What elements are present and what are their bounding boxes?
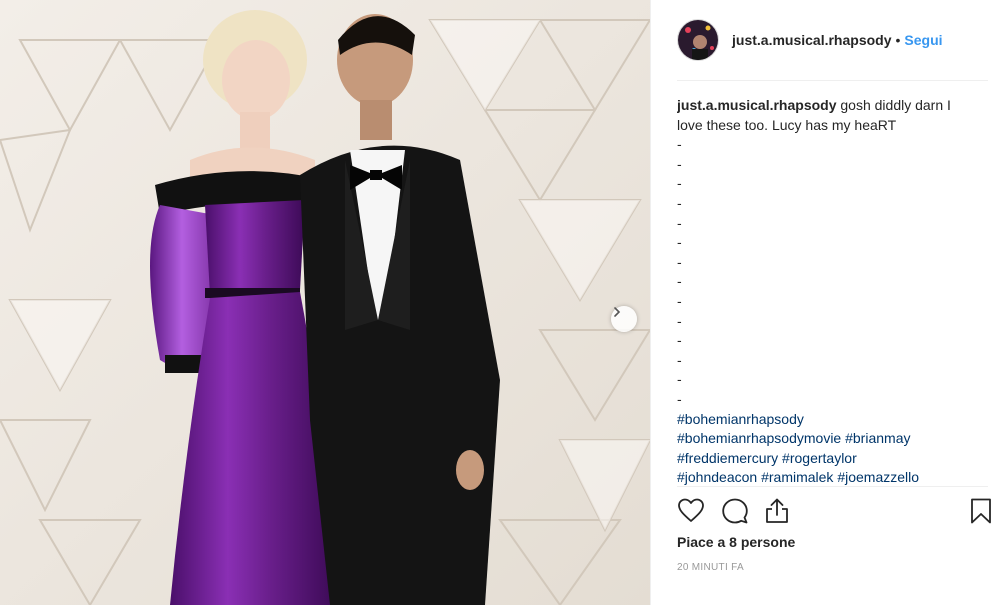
caption-username[interactable]: just.a.musical.rhapsody	[677, 97, 837, 113]
divider	[677, 80, 988, 81]
post-header: just.a.musical.rhapsody • Segui	[677, 18, 989, 62]
photo-image	[0, 0, 650, 605]
chevron-right-icon	[614, 307, 621, 317]
dash-lines: - - - - - - - - - - - - - -	[677, 135, 977, 409]
dash-line: -	[677, 253, 682, 270]
share-button[interactable]	[763, 497, 791, 525]
post-photo[interactable]	[0, 0, 650, 605]
save-button[interactable]	[967, 497, 995, 525]
dash-line: -	[677, 371, 682, 388]
likes-count[interactable]: Piace a 8 persone	[677, 534, 795, 550]
dash-line: -	[677, 292, 682, 309]
dash-line: -	[677, 136, 682, 153]
hashtag-line: #bohemianrhapsody	[677, 410, 977, 430]
hashtag-link[interactable]: #bohemianrhapsody	[677, 411, 804, 427]
like-button[interactable]	[677, 497, 705, 525]
avatar[interactable]	[677, 19, 719, 61]
follow-button[interactable]: Segui	[904, 32, 942, 48]
caption: just.a.musical.rhapsody gosh diddly darn…	[677, 96, 977, 486]
header-username[interactable]: just.a.musical.rhapsody	[732, 32, 892, 48]
next-photo-button[interactable]	[611, 306, 637, 332]
dash-line: -	[677, 155, 682, 172]
hashtag-line: #bohemianrhapsodymovie #brianmay	[677, 429, 977, 449]
dash-line: -	[677, 351, 682, 368]
comment-button[interactable]	[721, 497, 749, 525]
dash-line: -	[677, 214, 682, 231]
divider	[677, 486, 988, 487]
bookmark-icon	[971, 498, 991, 524]
hashtag-line: #johndeacon #ramimalek #joemazzello	[677, 468, 977, 486]
comment-icon	[722, 498, 748, 524]
hashtag-link[interactable]: #rogertaylor	[782, 450, 857, 466]
share-icon	[766, 498, 788, 523]
avatar-image	[678, 20, 718, 60]
dash-line: -	[677, 175, 682, 192]
dash-line: -	[677, 273, 682, 290]
heart-icon	[678, 498, 704, 522]
dash-line: -	[677, 312, 682, 329]
caption-text: just.a.musical.rhapsody gosh diddly darn…	[677, 96, 977, 135]
hashtag-link[interactable]: #joemazzello	[837, 469, 919, 485]
hashtag-link[interactable]: #freddiemercury	[677, 450, 778, 466]
post-side-panel: just.a.musical.rhapsody • Segui just.a.m…	[650, 0, 1000, 605]
post-timestamp[interactable]: 20 minuti fa	[677, 562, 744, 573]
dash-line: -	[677, 194, 682, 211]
dash-line: -	[677, 332, 682, 349]
dash-line: -	[677, 234, 682, 251]
separator-dot: •	[895, 32, 901, 48]
hashtag-link[interactable]: #ramimalek	[761, 469, 833, 485]
hashtag-link[interactable]: #bohemianrhapsodymovie	[677, 430, 841, 446]
dash-line: -	[677, 390, 682, 407]
action-bar	[677, 497, 993, 527]
hashtag-link[interactable]: #johndeacon	[677, 469, 757, 485]
hashtag-line: #freddiemercury #rogertaylor	[677, 449, 977, 469]
hashtag-link[interactable]: #brianmay	[845, 430, 910, 446]
